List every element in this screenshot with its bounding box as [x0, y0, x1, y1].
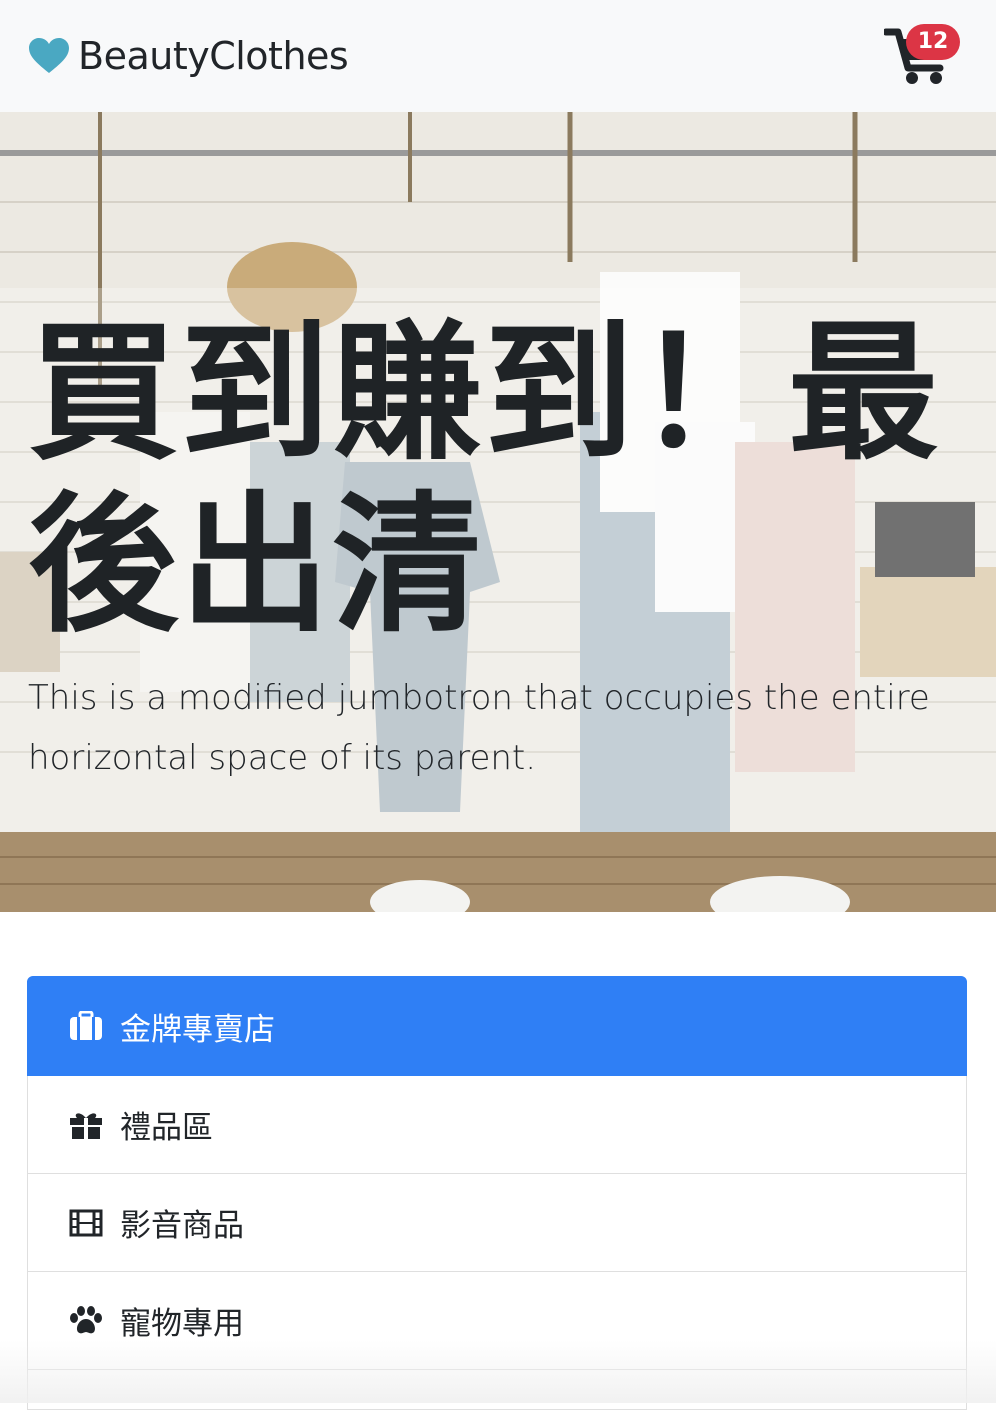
category-item-gifts[interactable]: 禮品區: [27, 1076, 967, 1174]
brand-name: BeautyClothes: [78, 34, 349, 78]
paw-icon: [68, 1305, 104, 1337]
jumbotron: 買到賺到！最後出清 This is a modified jumbotron t…: [0, 112, 996, 912]
hero-headline: 買到賺到！最後出清: [28, 307, 941, 653]
category-item-gold-store[interactable]: 金牌專賣店: [27, 976, 967, 1076]
category-item-label: 寵物專用: [120, 1306, 244, 1342]
gift-icon: [68, 1109, 104, 1141]
category-item-label: 禮品區: [120, 1110, 213, 1146]
cart-count-badge: 12: [906, 24, 960, 60]
briefcase-icon: [68, 1010, 104, 1042]
cart-button[interactable]: 12: [884, 24, 968, 88]
brand-link[interactable]: BeautyClothes: [28, 30, 349, 82]
bottom-fade: [0, 1340, 996, 1403]
category-item-label: 影音商品: [120, 1208, 244, 1244]
heart-icon: [29, 38, 69, 73]
category-item-label: 金牌專賣店: [120, 1011, 275, 1048]
category-item-media[interactable]: 影音商品: [27, 1174, 967, 1272]
film-icon: [68, 1207, 104, 1239]
hero-lead: This is a modified jumbotron that occupi…: [28, 678, 930, 778]
navbar: BeautyClothes 12: [0, 0, 996, 112]
